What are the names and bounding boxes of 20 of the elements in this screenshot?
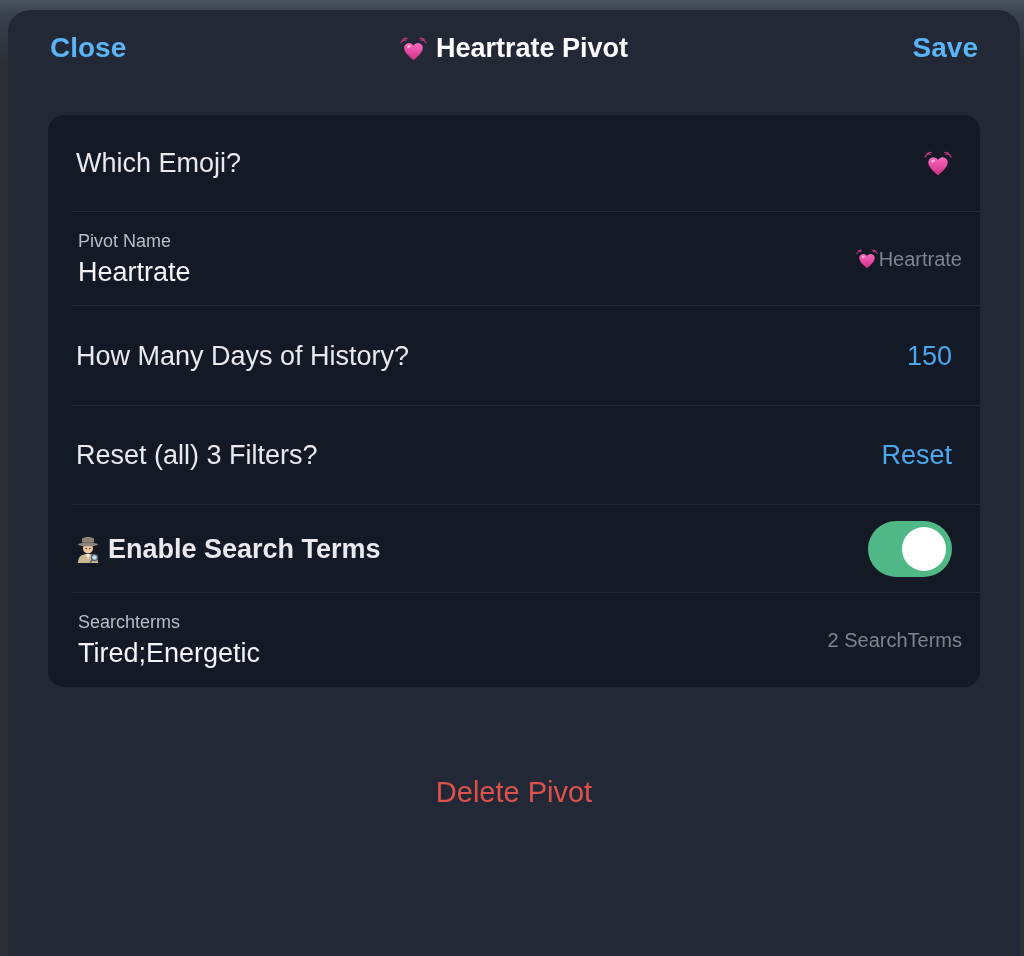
field-label: Searchterms xyxy=(78,611,181,633)
reset-button[interactable]: Reset xyxy=(881,439,952,471)
detective-icon xyxy=(76,534,100,563)
days-value[interactable]: 150 xyxy=(906,339,952,372)
setting-label: Which Emoji? xyxy=(76,147,242,179)
setting-label: Enable Search Terms xyxy=(108,532,381,565)
text-field[interactable]: Tired;Energetic xyxy=(78,637,458,669)
heart-icon xyxy=(855,248,878,269)
sheet-title: Heartrate Pivot xyxy=(435,32,629,65)
text-field[interactable]: Heartrate xyxy=(78,255,458,288)
close-button[interactable]: Close xyxy=(48,29,129,67)
field-label: Pivot Name xyxy=(78,229,172,252)
field-hint: Heartrate xyxy=(878,246,962,271)
delete-button[interactable]: Delete Pivot xyxy=(427,771,601,813)
setting-label: How Many Days of History? xyxy=(76,339,410,372)
save-button[interactable]: Save xyxy=(910,29,980,67)
heart-icon xyxy=(399,35,427,61)
setting-label: Reset (all) 3 Filters? xyxy=(76,439,318,471)
heart-icon[interactable] xyxy=(924,150,952,176)
field-hint: 2 SearchTerms xyxy=(827,628,962,652)
